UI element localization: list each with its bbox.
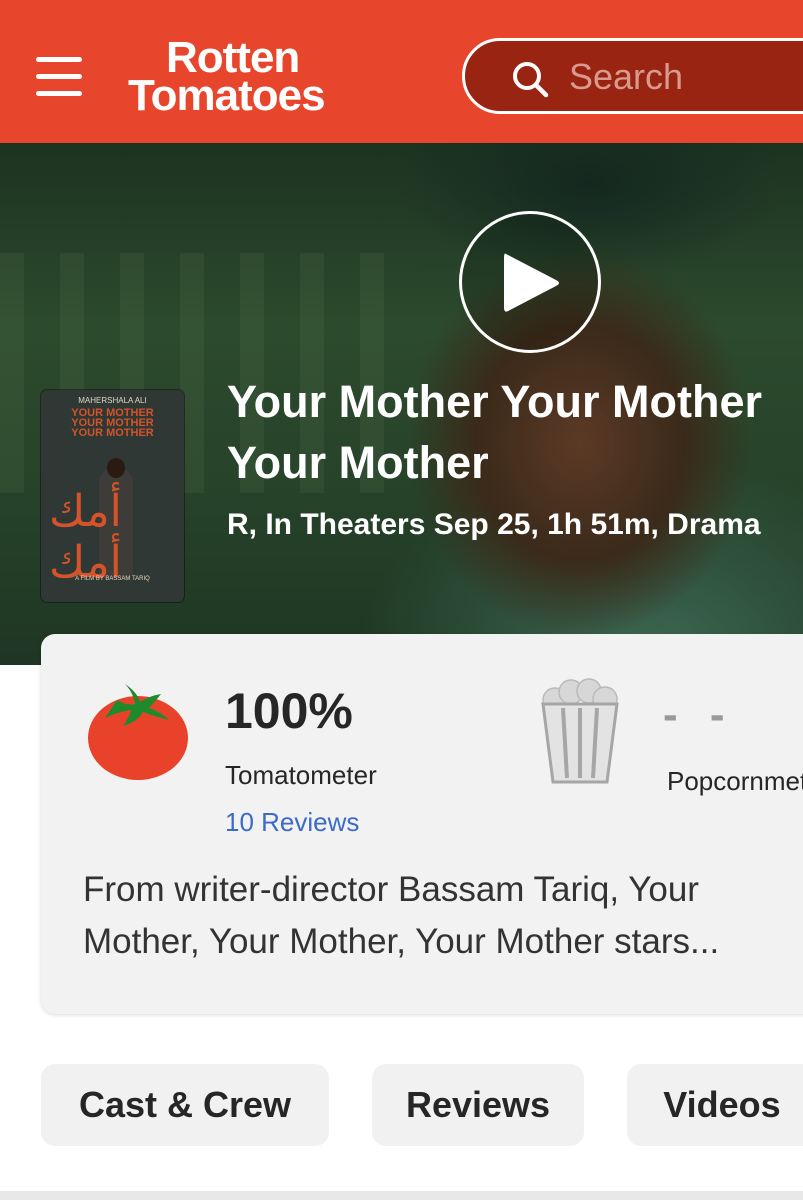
poster-arabic-title: أمك أمك: [49, 486, 122, 588]
play-icon: [504, 253, 559, 312]
popcornmeter-score: - -: [663, 690, 735, 739]
tomato-icon: [88, 684, 188, 780]
score-card: 100% Tomatometer 10 Reviews - - Popcornm…: [41, 634, 803, 1014]
play-trailer-button[interactable]: [459, 211, 601, 353]
movie-meta: R, In Theaters Sep 25, 1h 51m, Drama: [227, 508, 761, 541]
tab-cast-and-crew[interactable]: Cast & Crew: [41, 1064, 329, 1146]
movie-poster[interactable]: MAHERSHALA ALI YOUR MOTHER YOUR MOTHER Y…: [41, 390, 184, 602]
hamburger-menu-icon[interactable]: [32, 55, 86, 99]
reviews-count-link[interactable]: 10 Reviews: [225, 807, 359, 838]
popcornmeter-label: Popcornmeter: [667, 766, 803, 796]
popcorn-bucket-icon: [541, 678, 619, 784]
logo-line-2: Tomatoes: [128, 71, 326, 120]
tab-videos[interactable]: Videos: [627, 1064, 803, 1146]
poster-title: YOUR MOTHER YOUR MOTHER YOUR MOTHER: [41, 408, 184, 439]
search-icon: [513, 62, 549, 98]
rotten-tomatoes-logo[interactable]: Rotten Tomatoes: [128, 36, 418, 122]
divider: [0, 1191, 803, 1200]
search-input[interactable]: Search: [462, 38, 803, 114]
search-placeholder: Search: [569, 56, 684, 97]
poster-figure-head: [107, 458, 125, 478]
poster-top-text: MAHERSHALA ALI: [78, 396, 147, 405]
movie-synopsis[interactable]: From writer-director Bassam Tariq, Your …: [83, 864, 803, 968]
tomatometer-label: Tomatometer: [225, 760, 377, 790]
poster-title-line: YOUR MOTHER: [71, 427, 154, 439]
top-header: Rotten Tomatoes Search: [0, 0, 803, 143]
tab-reviews[interactable]: Reviews: [372, 1064, 584, 1146]
movie-title: Your Mother Your Mother Your Mother: [227, 376, 762, 488]
poster-bottom-text: A FILM BY BASSAM TARIQ: [75, 576, 150, 582]
tomatometer-score: 100%: [225, 683, 353, 739]
